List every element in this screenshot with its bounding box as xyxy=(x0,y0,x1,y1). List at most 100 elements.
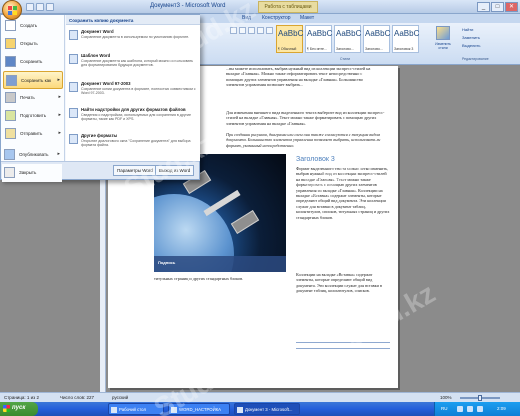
menu-item-label: Сохранить xyxy=(20,59,43,64)
printer-icon xyxy=(5,92,16,103)
zoom-level[interactable]: 100% xyxy=(440,395,452,400)
menu-item-label: Подготовить xyxy=(20,113,47,118)
find-addins-formats[interactable]: Найти надстройки для других форматов фай… xyxy=(68,107,198,131)
menu-item-publish[interactable]: Опубликовать ▸ xyxy=(2,146,62,164)
save-as-other-formats[interactable]: Другие форматы Открытие диалогового окна… xyxy=(68,133,198,157)
style-preview: AaBbCc xyxy=(365,29,390,38)
menu-item-print[interactable]: Печать ▸ xyxy=(3,89,63,107)
close-document-icon xyxy=(4,167,15,178)
tab-design[interactable]: Конструктор xyxy=(262,15,291,21)
network-icon[interactable] xyxy=(457,406,463,412)
paragraph-tools xyxy=(230,27,273,34)
word-template-icon xyxy=(69,54,78,64)
align-left-icon[interactable] xyxy=(230,27,237,34)
start-button[interactable]: пуск xyxy=(0,402,38,416)
menu-item-label: Печать xyxy=(20,95,35,100)
zoom-slider-thumb[interactable] xyxy=(478,395,482,401)
style-heading-1[interactable]: AaBbC Заголово... xyxy=(334,25,361,53)
style-caption: Заголовок 3 xyxy=(394,47,414,51)
minimize-button[interactable]: _ xyxy=(477,2,490,12)
menu-item-send[interactable]: Отправить ▸ xyxy=(3,125,63,143)
windows-logo-icon xyxy=(3,405,10,412)
menu-item-label: Сохранить как xyxy=(21,78,52,83)
find-button[interactable]: Найти xyxy=(462,26,480,34)
submenu-item-desc: Сохранение копии документа в формате, по… xyxy=(81,87,196,96)
word-options-button[interactable]: Параметры Word xyxy=(113,165,157,176)
menu-item-open[interactable]: Открыть xyxy=(3,35,63,53)
style-heading-3[interactable]: AaBbCcI Заголовок 3 xyxy=(392,25,419,53)
volume-icon[interactable] xyxy=(467,406,473,412)
menu-item-close[interactable]: Закрыть xyxy=(2,164,62,182)
menu-item-prepare[interactable]: Подготовить ▸ xyxy=(3,107,63,125)
save-icon[interactable] xyxy=(26,3,34,11)
mid-paragraph: Для изменения внешнего вида выделенного … xyxy=(226,110,385,126)
menu-item-label: Создать xyxy=(20,23,38,28)
undo-icon[interactable] xyxy=(36,3,44,11)
save-as-word-template[interactable]: Шаблон Word Сохранение документа как шаб… xyxy=(68,53,198,79)
line-spacing-icon[interactable] xyxy=(266,27,273,34)
office-menu-commands: Создать Открыть Сохранить Сохранить как … xyxy=(1,15,65,161)
group-label-editing: Редактирование xyxy=(462,57,489,61)
submenu-item-title: Другие форматы xyxy=(81,133,118,138)
tab-view[interactable]: Вид xyxy=(242,15,251,21)
submenu-item-desc: Сохранение документа как шаблона, которы… xyxy=(81,59,194,68)
taskbar-item-label: WORD_НАСТРОЙКА xyxy=(179,407,222,412)
align-right-icon[interactable] xyxy=(248,27,255,34)
save-as-icon xyxy=(6,75,17,86)
style-heading-2[interactable]: AaBbCc Заголово... xyxy=(363,25,390,53)
submenu-item-desc: Открытие диалогового окна "Сохранение до… xyxy=(81,139,191,148)
word-icon xyxy=(237,407,243,413)
menu-item-save[interactable]: Сохранить xyxy=(3,53,63,71)
maximize-button[interactable]: □ xyxy=(491,2,504,12)
window-controls: _ □ ✕ xyxy=(477,2,518,12)
new-document-icon xyxy=(5,20,16,31)
divider-line xyxy=(296,342,390,343)
divider-line xyxy=(296,348,390,349)
exit-word-button[interactable]: Выход из Word xyxy=(155,165,195,176)
title-bar: Документ3 - Microsoft Word Работа с табл… xyxy=(0,0,520,14)
zoom-slider[interactable] xyxy=(460,395,500,401)
save-as-word-document[interactable]: Документ Word Сохранение документа в исп… xyxy=(68,29,198,51)
satellite-body xyxy=(203,189,241,217)
taskbar-item-label: Документ 3 - Microsoft... xyxy=(245,407,293,412)
taskbar-item[interactable]: WORD_НАСТРОЙКА xyxy=(168,403,230,415)
style-preview: AaBbCcI xyxy=(394,29,419,38)
menu-item-save-as[interactable]: Сохранить как ▸ xyxy=(3,71,63,89)
style-caption: ¶ Обычный xyxy=(278,47,297,51)
word-count[interactable]: Число слов: 227 xyxy=(60,395,94,400)
change-styles-button[interactable]: Изменить стили xyxy=(430,26,456,56)
align-center-icon[interactable] xyxy=(239,27,246,34)
security-icon[interactable] xyxy=(477,406,483,412)
page-count[interactable]: Страница: 1 из 2 xyxy=(4,395,39,400)
prepare-icon xyxy=(5,110,16,121)
style-no-spacing[interactable]: AaBbCcI ¶ Без инте... xyxy=(305,25,332,53)
heading-3: Заголовок 3 xyxy=(296,156,335,163)
office-button[interactable] xyxy=(2,0,22,20)
taskbar-item[interactable]: Рабочий стол xyxy=(108,403,164,415)
submenu-item-title: Документ Word 97-2003 xyxy=(81,81,131,86)
quick-access-toolbar xyxy=(26,3,54,11)
redo-icon[interactable] xyxy=(46,3,54,11)
language-indicator[interactable]: русский xyxy=(112,395,128,400)
addins-icon xyxy=(69,108,78,118)
photo-caption-box[interactable]: Подпись xyxy=(154,256,286,272)
folder-icon xyxy=(111,407,117,413)
taskbar-item-label: Рабочий стол xyxy=(119,407,146,412)
keyboard-language[interactable]: RU xyxy=(441,406,448,411)
taskbar: пуск Рабочий стол WORD_НАСТРОЙКА Докумен… xyxy=(0,402,520,416)
close-window-button[interactable]: ✕ xyxy=(505,2,518,12)
style-preview: AaBbCcI xyxy=(307,29,332,38)
save-as-word-97-2003[interactable]: Документ Word 97-2003 Сохранение копии д… xyxy=(68,81,198,105)
taskbar-item-active[interactable]: Документ 3 - Microsoft... xyxy=(234,403,300,415)
under-photo-text: титульных страниц и других стандартных б… xyxy=(154,276,244,281)
menu-item-label: Опубликовать xyxy=(19,152,49,157)
justify-icon[interactable] xyxy=(257,27,264,34)
chevron-right-icon: ▸ xyxy=(58,130,61,136)
tab-layout[interactable]: Макет xyxy=(300,15,314,21)
select-button[interactable]: Выделить xyxy=(462,42,480,50)
word-document-icon xyxy=(69,30,78,40)
style-caption: ¶ Без инте... xyxy=(307,47,327,51)
replace-button[interactable]: Заменить xyxy=(462,34,480,42)
folder-open-icon xyxy=(5,38,16,49)
style-normal[interactable]: AaBbCcI ¶ Обычный xyxy=(276,25,303,53)
